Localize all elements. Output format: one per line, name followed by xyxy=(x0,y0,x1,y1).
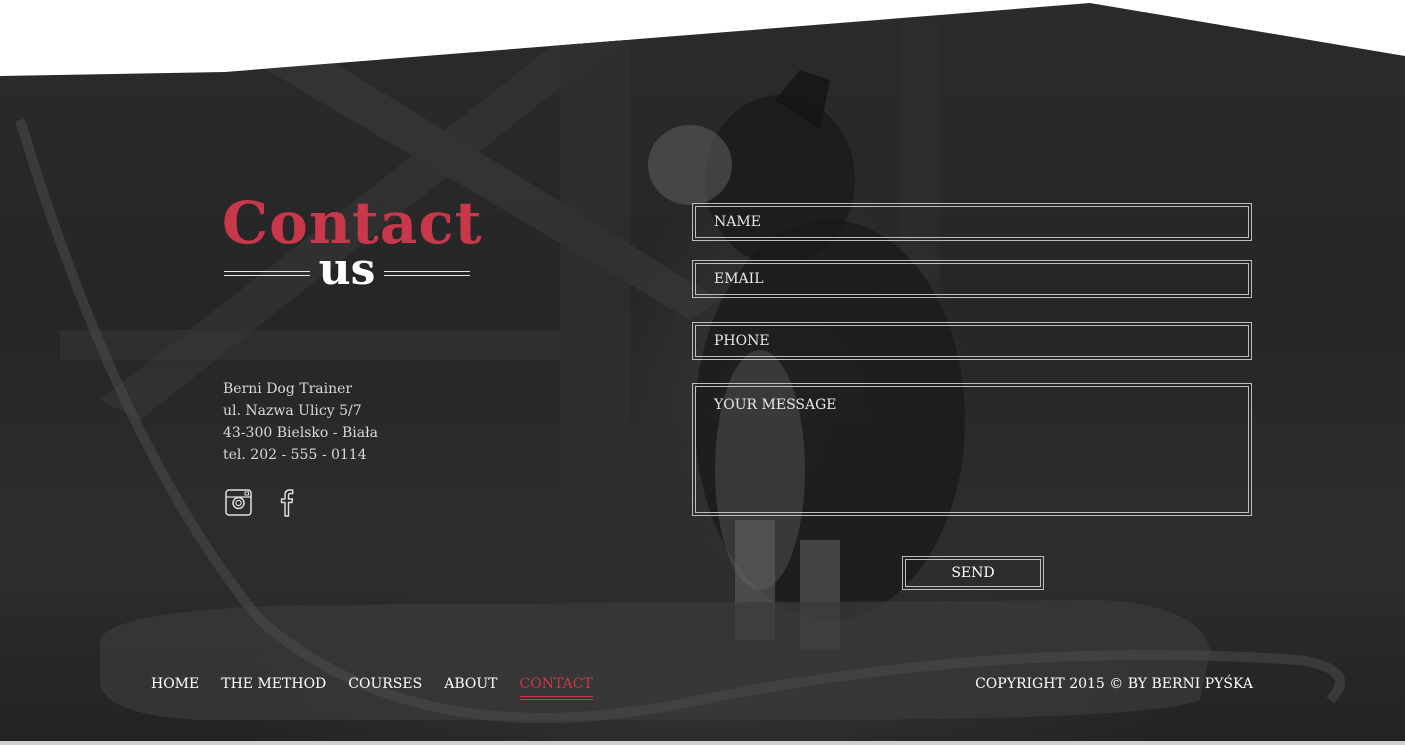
nav-about[interactable]: ABOUT xyxy=(444,674,497,694)
address-line: 43-300 Bielsko - Biała xyxy=(223,425,378,441)
send-button[interactable]: SEND xyxy=(902,556,1044,590)
page-subtitle: us xyxy=(318,244,376,295)
background-photo xyxy=(0,3,1405,741)
footer-nav: HOME THE METHOD COURSES ABOUT CONTACT xyxy=(151,674,615,700)
address-line: ul. Nazwa Ulicy 5/7 xyxy=(223,403,362,419)
contact-address: Berni Dog Trainer ul. Nazwa Ulicy 5/7 43… xyxy=(223,378,378,466)
phone-field-placeholder: PHONE xyxy=(695,325,1249,357)
copyright: COPYRIGHT 2015 © BY BERNI PYŚKA xyxy=(975,676,1253,692)
title-rule-right-top xyxy=(384,271,470,272)
contact-page: Contact us Berni Dog Trainer ul. Nazwa U… xyxy=(0,0,1405,745)
facebook-icon[interactable] xyxy=(273,487,303,517)
instagram-icon-glyph xyxy=(225,489,252,516)
nav-the-method[interactable]: THE METHOD xyxy=(221,674,326,694)
message-field-placeholder: YOUR MESSAGE xyxy=(695,386,1249,513)
page-bottom-border xyxy=(0,741,1405,745)
facebook-icon-glyph xyxy=(280,489,294,517)
address-line: Berni Dog Trainer xyxy=(223,381,353,397)
title-rule-left-top xyxy=(224,271,310,272)
nav-home[interactable]: HOME xyxy=(151,674,199,694)
background-photo-shapes xyxy=(0,20,1405,723)
instagram-icon[interactable] xyxy=(224,487,254,517)
title-rule-right-bottom xyxy=(384,275,470,276)
email-field-placeholder: EMAIL xyxy=(695,263,1249,295)
nav-contact[interactable]: CONTACT xyxy=(519,674,593,700)
name-field[interactable]: NAME xyxy=(692,203,1252,241)
title-rule-left-bottom xyxy=(224,275,310,276)
nav-courses[interactable]: COURSES xyxy=(348,674,422,694)
message-field[interactable]: YOUR MESSAGE xyxy=(692,383,1252,516)
address-phone: tel. 202 - 555 - 0114 xyxy=(223,447,367,463)
send-button-label: SEND xyxy=(905,559,1041,587)
page-subtitle-block: us xyxy=(224,248,470,294)
phone-field[interactable]: PHONE xyxy=(692,322,1252,360)
name-field-placeholder: NAME xyxy=(695,206,1249,238)
email-field[interactable]: EMAIL xyxy=(692,260,1252,298)
